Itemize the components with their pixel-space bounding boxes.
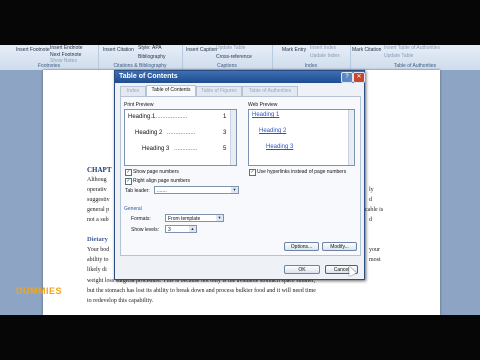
insert-toa-button[interactable]: Insert Table of Authorities <box>384 45 440 51</box>
doc-line: Your bod <box>87 247 110 253</box>
formats-label: Formats: <box>131 216 151 222</box>
ok-button[interactable]: OK <box>284 265 320 274</box>
chevron-down-icon: ▼ <box>216 215 223 221</box>
doc-line: suggestiv <box>87 197 110 203</box>
mark-citation-button[interactable]: Mark Citation <box>352 47 381 53</box>
insert-footnote-button[interactable]: Insert Footnote <box>16 47 50 53</box>
authorities-group: Mark Citation Insert Table of Authoritie… <box>350 45 480 70</box>
video-letterbox-top <box>0 0 480 45</box>
spinner-arrows-icon[interactable]: ▲ <box>189 226 196 232</box>
dialog-title-bar[interactable]: Table of Contents ? ✕ <box>115 71 365 83</box>
preview-heading-3: Heading 3 <box>142 146 170 152</box>
preview-heading-2: Heading 2 <box>135 130 163 136</box>
leader-dots: .............. <box>174 146 198 152</box>
dialog-title: Table of Contents <box>119 73 178 80</box>
doc-line: Althoug <box>87 177 107 183</box>
insert-endnote-button[interactable]: Insert Endnote <box>50 45 83 51</box>
index-group-label: Index <box>304 63 318 69</box>
close-icon[interactable]: ✕ <box>353 72 365 83</box>
use-hyperlinks-checkbox[interactable]: ✓ <box>249 169 256 176</box>
sub-heading: Dietary <box>87 236 108 243</box>
captions-group: Insert Caption Update Table Cross-refere… <box>182 45 273 70</box>
use-hyperlinks-label: Use hyperlinks instead of page numbers <box>257 169 347 175</box>
web-preview-link-3[interactable]: Heading 3 <box>266 144 293 150</box>
web-preview-link-2[interactable]: Heading 2 <box>259 128 286 134</box>
footnotes-group: Insert Footnote Insert Endnote Next Foot… <box>0 45 99 70</box>
style-label: Style: <box>138 45 151 51</box>
chapter-heading: CHAPT <box>87 166 112 174</box>
print-preview-scrollbar[interactable] <box>230 110 236 165</box>
right-align-checkbox[interactable]: ✓ <box>125 178 132 185</box>
print-preview-label: Print Preview <box>124 102 154 108</box>
tab-table-of-authorities[interactable]: Table of Authorities <box>242 86 298 96</box>
modify-button[interactable]: Modify... <box>322 242 357 251</box>
style-select[interactable]: APA <box>152 45 162 51</box>
insert-index-button[interactable]: Insert Index <box>310 45 336 51</box>
chevron-down-icon: ▼ <box>231 187 238 193</box>
authorities-group-label: Table of Authorities <box>393 63 437 69</box>
citations-group: Insert Citation Style: APA Bibliography … <box>98 45 183 70</box>
web-preview-label: Web Preview <box>248 102 278 108</box>
options-button[interactable]: Options... <box>284 242 319 251</box>
insert-caption-button[interactable]: Insert Caption <box>186 47 217 53</box>
ribbon-references: Insert Footnote Insert Endnote Next Foot… <box>0 45 480 71</box>
tab-table-of-contents[interactable]: Table of Contents <box>146 85 196 96</box>
help-button[interactable]: ? <box>341 72 353 83</box>
tab-leader-select[interactable]: ....... ▼ <box>154 186 239 194</box>
web-preview-scrollbar[interactable] <box>348 110 354 165</box>
show-levels-stepper[interactable]: 3 ▲ <box>165 225 197 233</box>
web-preview-box: Heading 1 Heading 2 Heading 3 <box>248 109 355 166</box>
table-of-contents-dialog: Table of Contents ? ✕ Index Table of Con… <box>114 70 365 280</box>
doc-line-end: your <box>369 247 380 253</box>
preview-page-3: 5 <box>223 146 227 152</box>
leader-dots: ................. <box>167 130 196 136</box>
tab-leader-label: Tab leader: <box>125 188 150 194</box>
show-levels-label: Show levels: <box>131 227 160 233</box>
general-section-label: General <box>124 206 142 212</box>
insert-citation-button[interactable]: Insert Citation <box>103 47 134 53</box>
mark-entry-button[interactable]: Mark Entry <box>282 47 306 53</box>
right-align-label: Right align page numbers <box>133 178 190 184</box>
doc-line-end: d <box>369 197 372 203</box>
update-index-button[interactable]: Update Index <box>310 53 340 59</box>
tab-index[interactable]: Index <box>120 86 146 96</box>
web-preview-link-1[interactable]: Heading 1 <box>252 112 279 118</box>
show-levels-value: 3 <box>168 227 171 233</box>
tab-leader-value: ....... <box>157 188 167 194</box>
show-page-numbers-checkbox[interactable]: ✓ <box>125 169 132 176</box>
dummies-watermark-logo: DUMMIES <box>16 286 62 296</box>
doc-line: to redevelop this capability. <box>87 298 154 304</box>
formats-select[interactable]: From template ▼ <box>165 214 224 222</box>
doc-line-end: cable is <box>365 207 384 213</box>
doc-line: operativ <box>87 187 107 193</box>
leader-dots: ....................... <box>149 114 188 120</box>
video-letterbox-bottom <box>0 315 480 360</box>
bibliography-button[interactable]: Bibliography <box>138 54 166 60</box>
update-toa-button[interactable]: Update Table <box>384 53 413 59</box>
formats-value: From template <box>168 216 201 222</box>
show-page-numbers-label: Show page numbers <box>133 169 179 175</box>
print-preview-box: Heading 1 ....................... 1 Head… <box>124 109 237 166</box>
citations-group-label: Citations & Bibliography <box>113 63 167 69</box>
captions-group-label: Captions <box>217 63 237 69</box>
cross-reference-button[interactable]: Cross-reference <box>216 54 252 60</box>
index-group: Mark Entry Insert Index Update Index Ind… <box>272 45 351 70</box>
doc-line-end: most <box>369 257 381 263</box>
preview-page-2: 3 <box>223 130 227 136</box>
preview-page-1: 1 <box>223 114 227 120</box>
doc-line: general p <box>87 207 110 213</box>
footnotes-group-label: Footnotes <box>37 63 61 69</box>
doc-line: ability to <box>87 257 109 263</box>
tab-table-of-figures[interactable]: Table of Figures <box>196 86 242 96</box>
doc-line: but the stomach has lost its ability to … <box>87 288 316 294</box>
doc-line-end: ly <box>369 187 374 193</box>
doc-line-end: d <box>369 217 372 223</box>
doc-line: likely di <box>87 267 107 273</box>
toc-tab-panel: Print Preview Heading 1 ................… <box>120 96 361 256</box>
update-table-button[interactable]: Update Table <box>216 45 245 51</box>
doc-line: not a sub <box>87 217 109 223</box>
